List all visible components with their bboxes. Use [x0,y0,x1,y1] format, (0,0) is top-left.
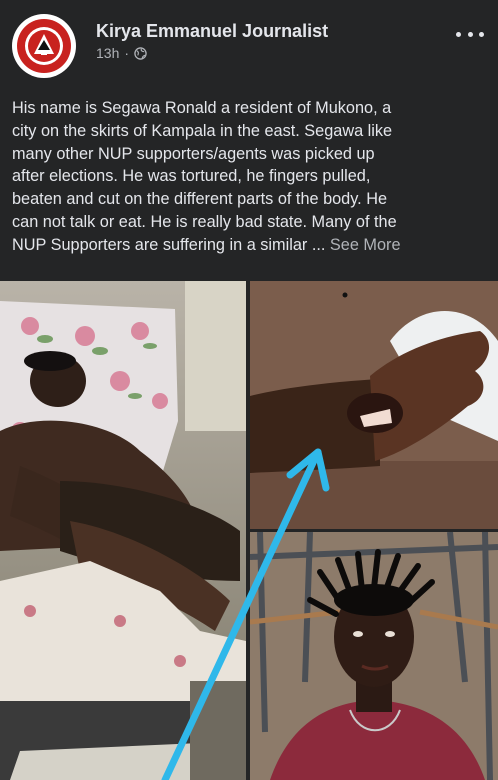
post-text-line: His name is Segawa Ronald a resident of … [12,99,392,117]
injured-hand-photo[interactable] [250,281,498,529]
post-text-line: beaten and cut on the different parts of… [12,190,388,209]
dot-icon [456,31,461,37]
org-logo-icon [13,15,75,77]
post-text-line: can not talk or eat. He is really bad st… [12,212,397,231]
page-avatar[interactable] [12,14,76,78]
post-text: His name is Segawa Ronald a resident of … [12,97,490,257]
more-options-button[interactable] [456,26,484,42]
post-text-line-last: NUP Supporters are suffering in a simila… [12,234,490,257]
selfie-photo[interactable] [250,532,498,780]
post-text-line: after elections. He was tortured, he fin… [12,167,371,186]
see-more-link[interactable]: See More [330,236,401,254]
dot-icon [467,31,473,37]
post-text-line: many other NUP supporters/agents was pic… [12,144,375,163]
separator-dot: · [124,45,130,61]
dot-icon [479,31,484,37]
hospital-bed-photo[interactable] [0,281,246,780]
post-time[interactable]: 13h [96,45,119,61]
post-meta: 13h · [96,45,147,61]
globe-icon [134,46,147,60]
post-text-line: city on the skirts of Kampala in the eas… [12,121,393,140]
author-name[interactable]: Kirya Emmanuel Journalist [96,21,328,42]
post-text-line: NUP Supporters are suffering in a simila… [12,235,330,254]
post-header: Kirya Emmanuel Journalist 13h · [0,0,498,90]
